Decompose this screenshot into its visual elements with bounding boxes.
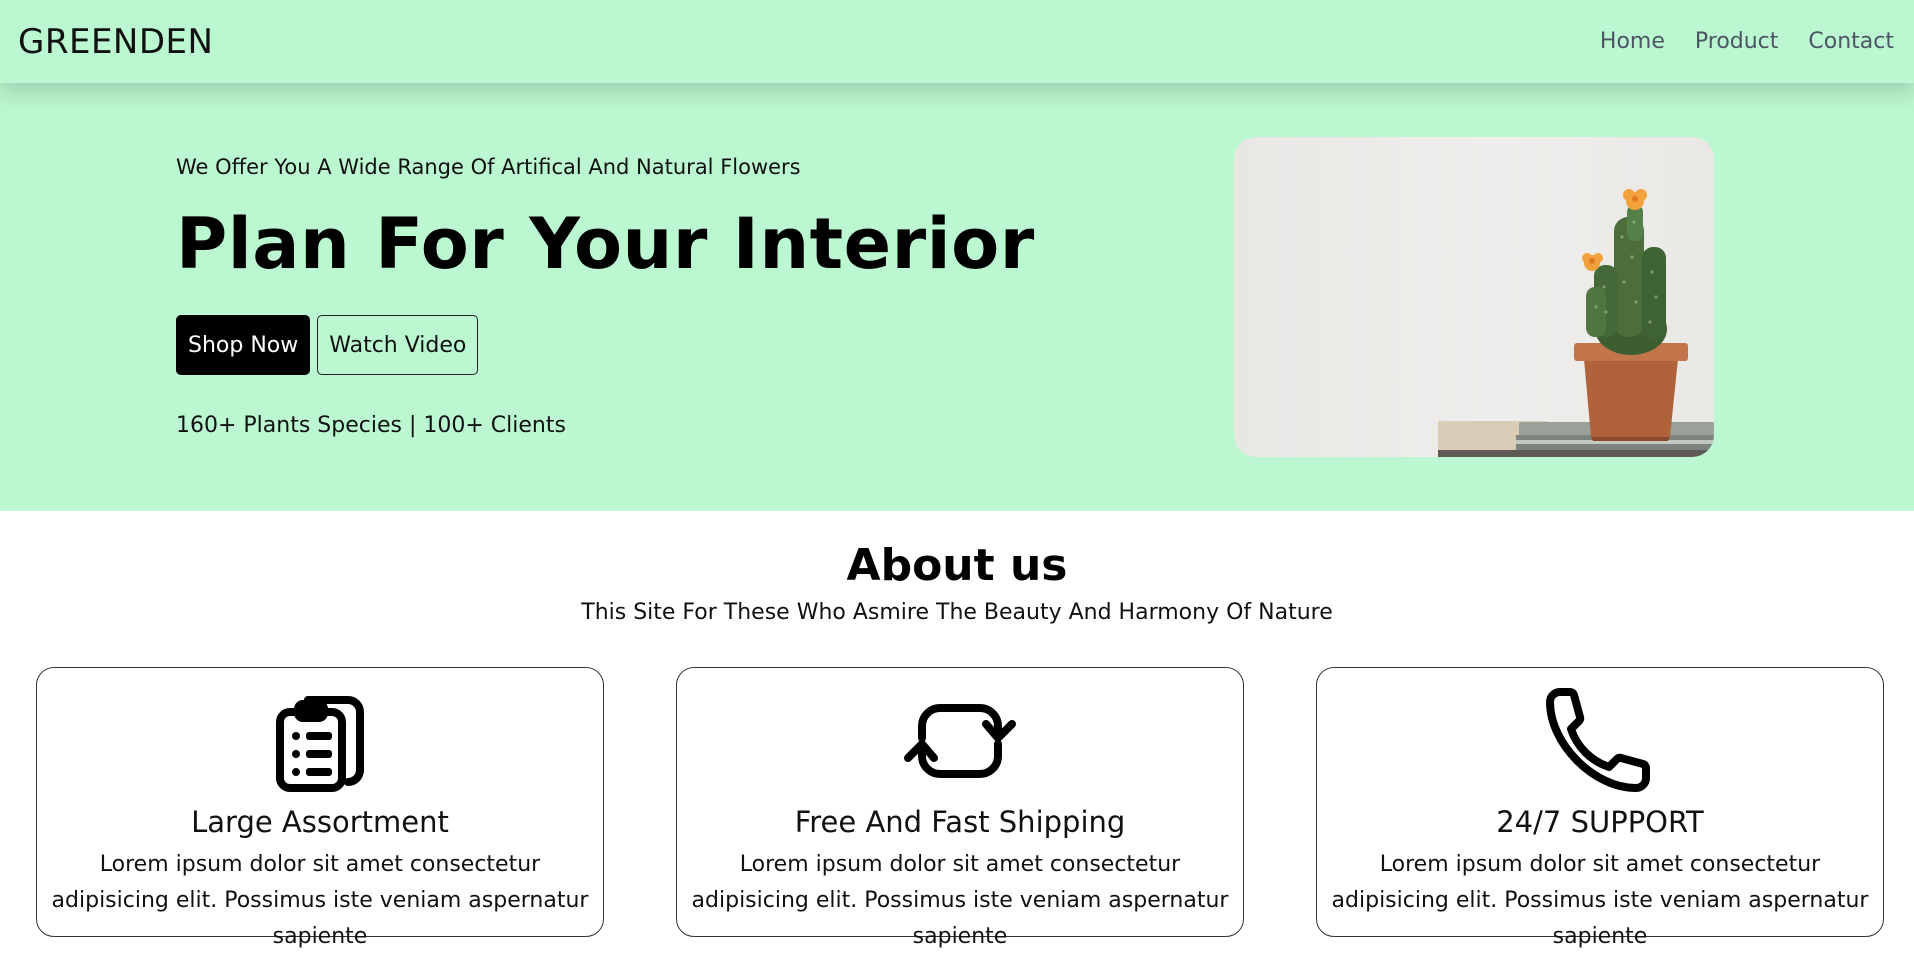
hero-title: Plan For Your Interior bbox=[176, 203, 1035, 285]
nav-links: Home Product Contact bbox=[1600, 29, 1894, 54]
card-text: Lorem ipsum dolor sit amet consectetur a… bbox=[1331, 852, 1869, 949]
feature-card-assortment: Large Assortment Lorem ipsum dolor sit a… bbox=[36, 667, 604, 949]
cactus-illustration bbox=[1438, 189, 1714, 457]
hero-tagline: We Offer You A Wide Range Of Artifical A… bbox=[176, 155, 801, 179]
refresh-icon bbox=[904, 704, 1016, 778]
brand-logo-text[interactable]: GREENDEN bbox=[18, 22, 213, 62]
about-subtitle: This Site For These Who Asmire The Beaut… bbox=[581, 600, 1333, 625]
card-title: Large Assortment bbox=[191, 805, 449, 839]
feature-card-support: 24/7 SUPPORT Lorem ipsum dolor sit amet … bbox=[1316, 667, 1884, 949]
card-title: 24/7 SUPPORT bbox=[1496, 805, 1704, 839]
card-text: Lorem ipsum dolor sit amet consectetur a… bbox=[51, 852, 589, 949]
card-text: Lorem ipsum dolor sit amet consectetur a… bbox=[691, 852, 1229, 949]
phone-icon bbox=[1546, 688, 1650, 792]
nav-link-product[interactable]: Product bbox=[1695, 29, 1779, 54]
clipboard-list-icon bbox=[276, 696, 364, 792]
watch-video-button[interactable]: Watch Video bbox=[317, 315, 479, 375]
cactus-in-pot-image bbox=[1234, 137, 1714, 457]
shop-now-button[interactable]: Shop Now bbox=[176, 315, 311, 375]
nav-link-contact[interactable]: Contact bbox=[1808, 29, 1894, 54]
hero-buttons: Shop Now Watch Video bbox=[176, 315, 479, 375]
about-title: About us bbox=[846, 540, 1068, 591]
hero-section: We Offer You A Wide Range Of Artifical A… bbox=[0, 83, 1914, 511]
feature-card-shipping: Free And Fast Shipping Lorem ipsum dolor… bbox=[676, 667, 1244, 949]
nav-link-home[interactable]: Home bbox=[1600, 29, 1665, 54]
card-title: Free And Fast Shipping bbox=[794, 805, 1126, 839]
navbar: GREENDEN Home Product Contact bbox=[0, 0, 1914, 83]
hero-stats: 160+ Plants Species | 100+ Clients bbox=[176, 413, 566, 438]
